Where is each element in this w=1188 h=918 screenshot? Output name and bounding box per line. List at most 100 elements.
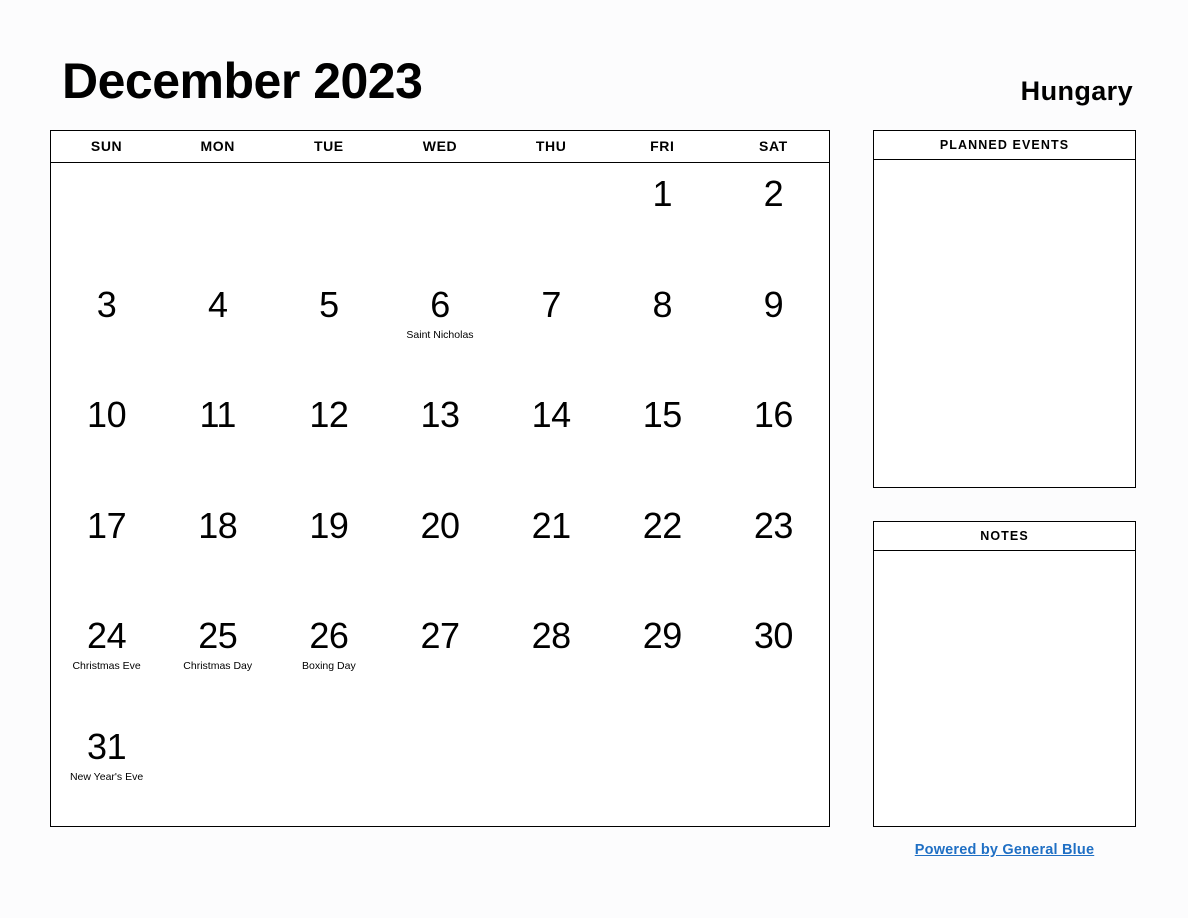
calendar-week-row: 1 2	[51, 163, 829, 274]
planned-events-input[interactable]	[874, 160, 1135, 487]
day-cell[interactable]: 29	[607, 605, 718, 716]
day-cell[interactable]	[51, 163, 162, 274]
day-cell[interactable]: 19	[273, 495, 384, 606]
calendar-grid: SUN MON TUE WED THU FRI SAT 1 2 3 4 5 6 …	[50, 130, 830, 827]
day-cell[interactable]: 18	[162, 495, 273, 606]
weekday-header-row: SUN MON TUE WED THU FRI SAT	[51, 131, 829, 163]
day-cell[interactable]: 28	[496, 605, 607, 716]
day-holiday-label: New Year's Eve	[69, 770, 144, 783]
day-number: 8	[652, 283, 673, 325]
day-number: 23	[753, 504, 794, 546]
day-cell[interactable]	[718, 716, 829, 827]
day-cell[interactable]: 9	[718, 274, 829, 385]
day-number: 13	[420, 394, 460, 435]
day-cell[interactable]: 20	[384, 495, 495, 606]
day-cell[interactable]: 24 Christmas Eve	[51, 605, 162, 716]
day-number: 3	[96, 283, 117, 325]
day-cell[interactable]	[496, 716, 607, 827]
notes-panel: NOTES	[873, 521, 1136, 827]
day-number: 16	[753, 394, 794, 435]
day-cell[interactable]: 3	[51, 274, 162, 385]
day-number: 9	[763, 283, 784, 325]
day-cell[interactable]: 2	[718, 163, 829, 274]
planned-events-title: PLANNED EVENTS	[874, 131, 1135, 160]
day-number: 30	[753, 615, 794, 656]
day-cell[interactable]	[384, 716, 495, 827]
day-cell[interactable]: 10	[51, 384, 162, 495]
day-cell[interactable]: 22	[607, 495, 718, 606]
day-number: 5	[319, 283, 339, 325]
day-cell[interactable]: 12	[273, 384, 384, 495]
calendar-week-row: 3 4 5 6 Saint Nicholas 7 8 9	[51, 274, 829, 385]
day-holiday-label: Saint Nicholas	[406, 328, 474, 341]
day-holiday-label: Christmas Day	[183, 660, 253, 672]
day-cell[interactable]	[273, 163, 384, 274]
weekday-header-mon: MON	[200, 138, 235, 154]
day-cell[interactable]: 13	[384, 384, 495, 495]
weekday-header-sat: SAT	[759, 138, 788, 154]
day-cell[interactable]: 14	[496, 384, 607, 495]
day-number: 19	[309, 504, 349, 546]
day-cell[interactable]: 7	[496, 274, 607, 385]
day-cell[interactable]: 31 New Year's Eve	[51, 716, 162, 827]
day-number: 10	[87, 394, 127, 435]
day-cell[interactable]	[162, 716, 273, 827]
day-cell[interactable]	[496, 163, 607, 274]
page-title: December 2023	[62, 53, 423, 109]
day-cell[interactable]: 27	[384, 605, 495, 716]
day-number: 28	[531, 615, 572, 656]
day-holiday-label: Boxing Day	[302, 660, 356, 672]
day-cell[interactable]: 23	[718, 495, 829, 606]
day-cell[interactable]: 21	[496, 495, 607, 606]
calendar-week-row: 17 18 19 20 21 22 23	[51, 495, 829, 606]
day-cell[interactable]	[384, 163, 495, 274]
day-cell[interactable]: 4	[162, 274, 273, 385]
calendar-weeks: 1 2 3 4 5 6 Saint Nicholas 7 8 9 10 11 12…	[51, 163, 829, 826]
day-cell[interactable]: 6 Saint Nicholas	[384, 274, 495, 385]
day-cell[interactable]: 25 Christmas Day	[162, 605, 273, 716]
weekday-header-thu: THU	[535, 138, 567, 154]
day-cell[interactable]: 11	[162, 384, 273, 495]
day-number: 24	[87, 615, 127, 656]
day-cell[interactable]: 16	[718, 384, 829, 495]
day-cell[interactable]: 26 Boxing Day	[273, 605, 384, 716]
day-cell[interactable]: 8	[607, 274, 718, 385]
day-number: 29	[642, 615, 683, 656]
day-cell[interactable]	[607, 716, 718, 827]
day-number: 2	[763, 173, 784, 214]
day-number: 31	[87, 725, 127, 767]
day-holiday-label: Christmas Eve	[72, 660, 141, 672]
day-number: 25	[198, 615, 238, 656]
day-number: 6	[430, 283, 450, 325]
powered-by-link[interactable]: Powered by General Blue	[873, 842, 1136, 858]
calendar-week-row: 31 New Year's Eve	[51, 716, 829, 827]
day-number: 22	[642, 504, 683, 546]
day-cell[interactable]: 1	[607, 163, 718, 274]
day-number: 18	[198, 504, 238, 546]
day-number: 14	[531, 394, 572, 435]
calendar-page: December 2023 Hungary SUN MON TUE WED TH…	[0, 0, 1188, 918]
day-number: 27	[420, 615, 460, 656]
planned-events-panel: PLANNED EVENTS	[873, 130, 1136, 488]
weekday-header-wed: WED	[422, 138, 458, 154]
day-cell[interactable]: 30	[718, 605, 829, 716]
day-cell[interactable]: 15	[607, 384, 718, 495]
day-cell[interactable]	[162, 163, 273, 274]
weekday-header-sun: SUN	[90, 138, 123, 154]
weekday-header-tue: TUE	[313, 138, 344, 154]
day-number: 15	[642, 394, 683, 435]
weekday-header-fri: FRI	[650, 138, 675, 154]
day-number: 20	[420, 504, 460, 546]
notes-input[interactable]	[874, 551, 1135, 826]
day-number: 17	[87, 504, 127, 546]
day-number: 1	[652, 173, 673, 214]
day-number: 11	[199, 394, 237, 435]
day-number: 12	[309, 394, 349, 435]
day-cell[interactable]	[273, 716, 384, 827]
calendar-week-row: 24 Christmas Eve 25 Christmas Day 26 Boxing…	[51, 605, 829, 716]
day-cell[interactable]: 17	[51, 495, 162, 606]
notes-title: NOTES	[874, 522, 1135, 551]
day-cell[interactable]: 5	[273, 274, 384, 385]
day-number: 21	[531, 504, 572, 546]
country-label: Hungary	[1020, 76, 1133, 106]
